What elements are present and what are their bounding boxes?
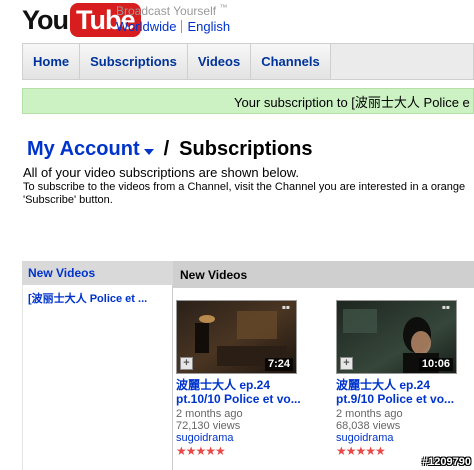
video-title[interactable]: 波麗士大人 ep.24 [336,378,462,392]
tagline: Broadcast Yourself ™ [116,3,227,18]
page-heading: My Account / Subscriptions [27,138,313,161]
video-author-link[interactable]: sugoidrama [176,432,302,444]
tab-home[interactable]: Home [23,44,81,79]
channel-watermark-icon: ▪▪ [281,304,290,311]
tagline-trademark: ™ [219,3,228,12]
chevron-down-icon[interactable] [143,149,154,155]
video-age: 2 months ago [336,408,403,420]
video-card: ▪▪ + 10:06 波麗士大人 ep.24 pt.9/10 Police et… [336,300,462,458]
breadcrumb-separator: / [163,138,170,160]
intro-text: All of your video subscriptions are show… [23,165,300,180]
video-duration: 7:24 [264,358,293,371]
video-title-continued[interactable]: pt.10/10 Police et vo... [176,392,302,406]
add-to-quicklist-icon[interactable]: + [340,357,353,370]
video-thumbnail[interactable]: ▪▪ + 10:06 [336,300,457,374]
tagline-text: Broadcast Yourself [116,4,217,18]
star-rating: ★★★★★ [176,444,226,458]
confirmation-text: Your subscription to [波丽士大人 Police e [234,94,470,110]
video-views: 72,130 views [176,420,241,432]
tab-videos[interactable]: Videos [187,44,252,79]
tab-channels[interactable]: Channels [251,44,331,79]
video-duration: 10:06 [418,358,453,371]
video-title[interactable]: 波麗士大人 ep.24 [176,378,302,392]
page-title: Subscriptions [179,138,313,160]
subscription-confirmation-bar: Your subscription to [波丽士大人 Police e [22,88,474,114]
add-to-quicklist-icon[interactable]: + [180,357,193,370]
video-card: ▪▪ + 7:24 波麗士大人 ep.24 pt.10/10 Police et… [176,300,302,458]
video-age: 2 months ago [176,408,243,420]
sidebar-panel [22,285,173,470]
main-nav: Home Subscriptions Videos Channels [22,43,474,80]
sidebar-item-channel[interactable]: [波丽士大人 Police et ... [28,290,170,306]
tab-subscriptions[interactable]: Subscriptions [80,44,188,79]
logo-you-text: You [22,4,69,35]
locale-separator [181,20,183,33]
channel-watermark-icon: ▪▪ [441,304,450,311]
video-author-link[interactable]: sugoidrama [336,432,462,444]
region-link[interactable]: Worldwide [116,19,176,34]
main-section-heading: New Videos [173,261,474,288]
video-thumbnail[interactable]: ▪▪ + 7:24 [176,300,297,374]
sidebar-new-videos-link[interactable]: New Videos [22,261,173,285]
image-id-watermark: #1209790 [422,456,471,468]
video-title-continued[interactable]: pt.9/10 Police et vo... [336,392,462,406]
my-account-menu[interactable]: My Account [27,138,140,161]
intro-instructions: To subscribe to the videos from a Channe… [23,181,466,206]
language-link[interactable]: English [187,19,230,34]
video-views: 68,038 views [336,420,401,432]
locale-links: Worldwide English [116,19,230,34]
